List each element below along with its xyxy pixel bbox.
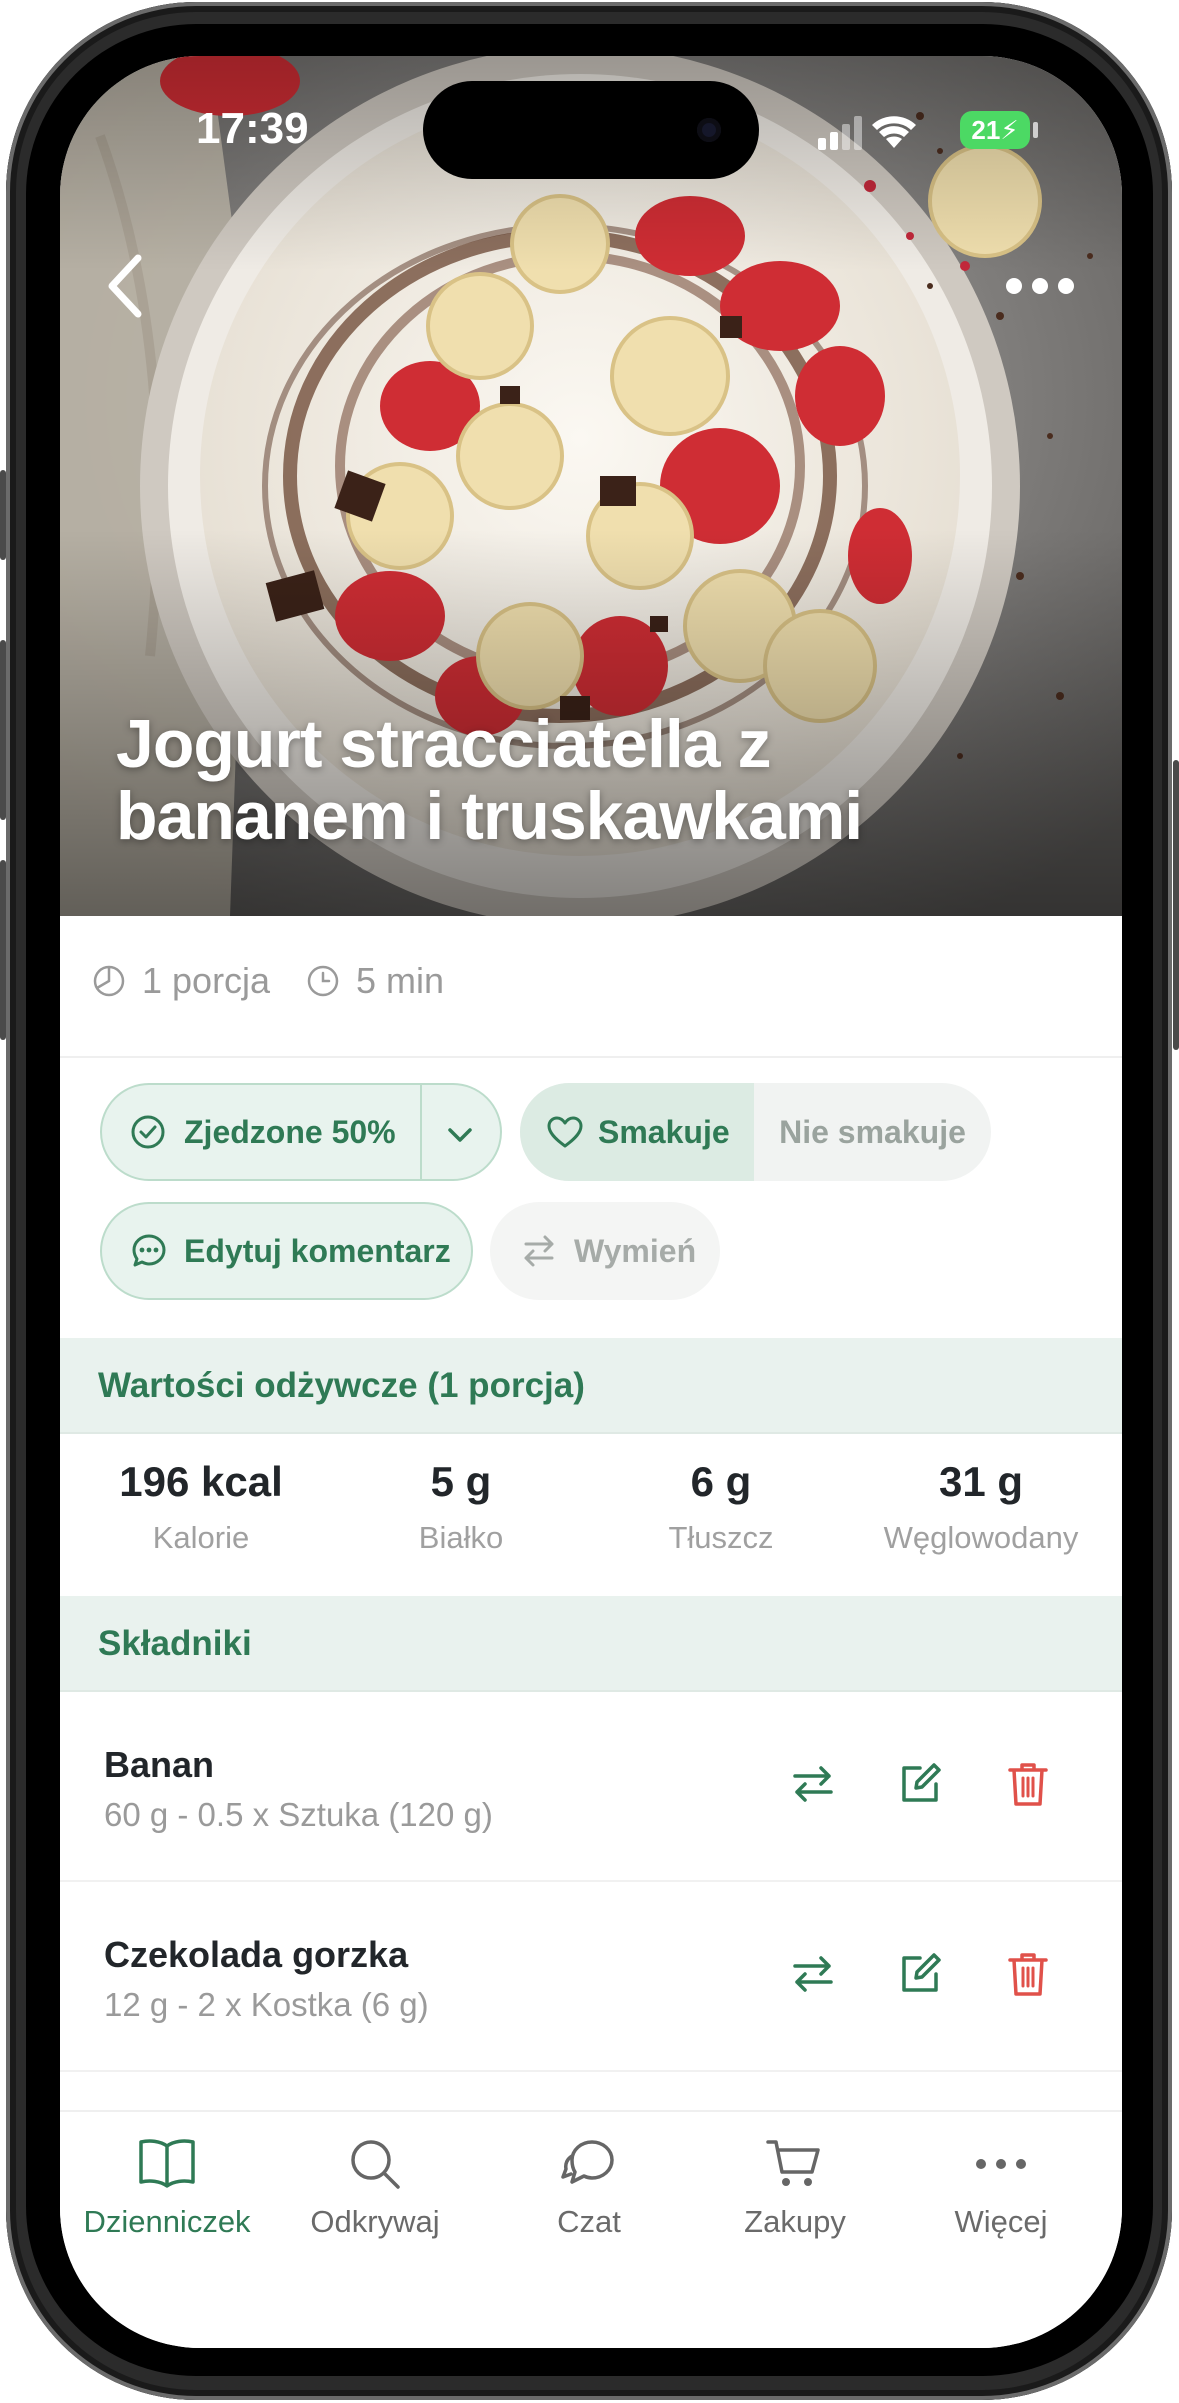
swap-label: Wymień bbox=[574, 1232, 697, 1269]
swap-ingredient-icon[interactable] bbox=[783, 1944, 843, 2004]
protein-label: Białko bbox=[418, 1520, 504, 1555]
power-button bbox=[1173, 760, 1179, 1050]
edit-ingredient-icon[interactable] bbox=[890, 1754, 950, 1814]
screen: 17:39 21⚡ Jogurt stracciatella z bananem… bbox=[60, 56, 1122, 2348]
signal-wifi-icons bbox=[818, 116, 916, 150]
calories-value: 196 kcal bbox=[119, 1458, 283, 1505]
fat-value: 6 g bbox=[690, 1458, 752, 1505]
dislike-button[interactable]: Nie smakuje bbox=[754, 1083, 991, 1181]
charging-bolt-icon: ⚡ bbox=[1000, 115, 1019, 145]
protein-value: 5 g bbox=[430, 1458, 492, 1505]
fat-label: Tłuszcz bbox=[668, 1520, 774, 1555]
dynamic-island bbox=[423, 81, 759, 179]
recipe-meta: 1 porcja 5 min bbox=[60, 916, 1122, 1058]
battery-indicator: 21⚡ bbox=[960, 111, 1030, 149]
clock-icon bbox=[307, 965, 339, 997]
ingredients-header: Składniki bbox=[60, 1596, 1122, 1692]
nutrition-protein: 5 g Białko bbox=[328, 1458, 594, 1556]
battery-level: 21 bbox=[971, 115, 1001, 145]
dislike-label: Nie smakuje bbox=[779, 1113, 966, 1150]
eaten-label: Zjedzone 50% bbox=[184, 1113, 396, 1150]
camera-icon bbox=[697, 118, 721, 142]
back-button[interactable] bbox=[96, 246, 156, 326]
more-icon bbox=[976, 2159, 1026, 2169]
tab-label: Dzienniczek bbox=[83, 2204, 251, 2239]
portions-info: 1 porcja bbox=[92, 960, 270, 1002]
nutrition-values: 196 kcal Kalorie 5 g Białko 6 g Tłuszcz … bbox=[60, 1434, 1122, 1594]
ingredient-name: Czekolada gorzka bbox=[104, 1934, 409, 1975]
battery-tip bbox=[1033, 122, 1038, 138]
calories-label: Kalorie bbox=[152, 1520, 250, 1555]
chevron-left-icon bbox=[108, 254, 142, 318]
carbs-value: 31 g bbox=[938, 1458, 1024, 1505]
bottom-tab-bar: Dzienniczek Odkrywaj Czat Zakupy Więcej bbox=[60, 2110, 1122, 2348]
volume-up-button bbox=[0, 640, 6, 820]
comment-icon bbox=[132, 1234, 166, 1267]
time-info: 5 min bbox=[306, 960, 444, 1002]
search-icon bbox=[351, 2140, 400, 2189]
ingredient-amount: 60 g - 0.5 x Sztuka (120 g) bbox=[104, 1796, 493, 1833]
swap-button[interactable]: Wymień bbox=[490, 1202, 720, 1300]
nutrition-carbs: 31 g Węglowodany bbox=[848, 1458, 1114, 1556]
edit-comment-button[interactable]: Edytuj komentarz bbox=[100, 1202, 473, 1300]
nutrition-header: Wartości odżywcze (1 porcja) bbox=[60, 1338, 1122, 1434]
more-options-button[interactable] bbox=[1000, 256, 1080, 316]
ingredient-row: Banan 60 g - 0.5 x Sztuka (120 g) bbox=[60, 1692, 1122, 1882]
swap-ingredient-icon[interactable] bbox=[783, 1754, 843, 1814]
portions-label: 1 porcja bbox=[142, 960, 271, 1001]
tab-label: Zakupy bbox=[744, 2204, 846, 2239]
recipe-hero-image: 17:39 21⚡ Jogurt stracciatella z bananem… bbox=[60, 56, 1122, 916]
ingredient-amount: 12 g - 2 x Kostka (6 g) bbox=[104, 1986, 429, 2023]
tab-more[interactable]: Więcej bbox=[896, 2136, 1106, 2240]
action-button bbox=[0, 470, 6, 560]
ingredient-row: Czekolada gorzka 12 g - 2 x Kostka (6 g) bbox=[60, 1882, 1122, 2072]
chevron-down-icon[interactable] bbox=[442, 1117, 478, 1153]
taste-toggle: Smakuje Nie smakuje bbox=[520, 1083, 991, 1181]
cart-icon bbox=[766, 2140, 820, 2186]
eaten-status-button[interactable]: Zjedzone 50% bbox=[100, 1083, 502, 1181]
comment-label: Edytuj komentarz bbox=[184, 1232, 451, 1269]
chat-icon bbox=[561, 2140, 614, 2184]
tab-chat[interactable]: Czat bbox=[484, 2136, 694, 2240]
carbs-label: Węglowodany bbox=[883, 1520, 1079, 1555]
tab-label: Odkrywaj bbox=[310, 2204, 440, 2239]
book-icon bbox=[139, 2139, 195, 2188]
pie-icon bbox=[93, 965, 125, 997]
recipe-title: Jogurt stracciatella z bananem i truskaw… bbox=[116, 706, 863, 854]
tab-shopping[interactable]: Zakupy bbox=[690, 2136, 900, 2240]
edit-ingredient-icon[interactable] bbox=[890, 1944, 950, 2004]
tab-diary[interactable]: Dzienniczek bbox=[62, 2136, 272, 2240]
tab-discover[interactable]: Odkrywaj bbox=[270, 2136, 480, 2240]
heart-icon bbox=[547, 1116, 583, 1148]
tab-label: Więcej bbox=[954, 2204, 1048, 2239]
more-horizontal-icon bbox=[1006, 278, 1074, 294]
swap-arrows-icon bbox=[524, 1235, 554, 1267]
nutrition-calories: 196 kcal Kalorie bbox=[68, 1458, 334, 1556]
chip-divider bbox=[420, 1085, 422, 1179]
trash-icon[interactable] bbox=[998, 1944, 1058, 2004]
check-circle-icon bbox=[131, 1115, 165, 1149]
time-label: 5 min bbox=[356, 960, 445, 1001]
like-button[interactable]: Smakuje bbox=[520, 1083, 754, 1181]
nutrition-fat: 6 g Tłuszcz bbox=[588, 1458, 854, 1556]
status-time: 17:39 bbox=[196, 104, 309, 153]
volume-down-button bbox=[0, 860, 6, 1040]
trash-icon[interactable] bbox=[998, 1754, 1058, 1814]
like-label: Smakuje bbox=[598, 1113, 730, 1150]
tab-label: Czat bbox=[557, 2204, 621, 2239]
ingredient-name: Banan bbox=[104, 1744, 215, 1785]
